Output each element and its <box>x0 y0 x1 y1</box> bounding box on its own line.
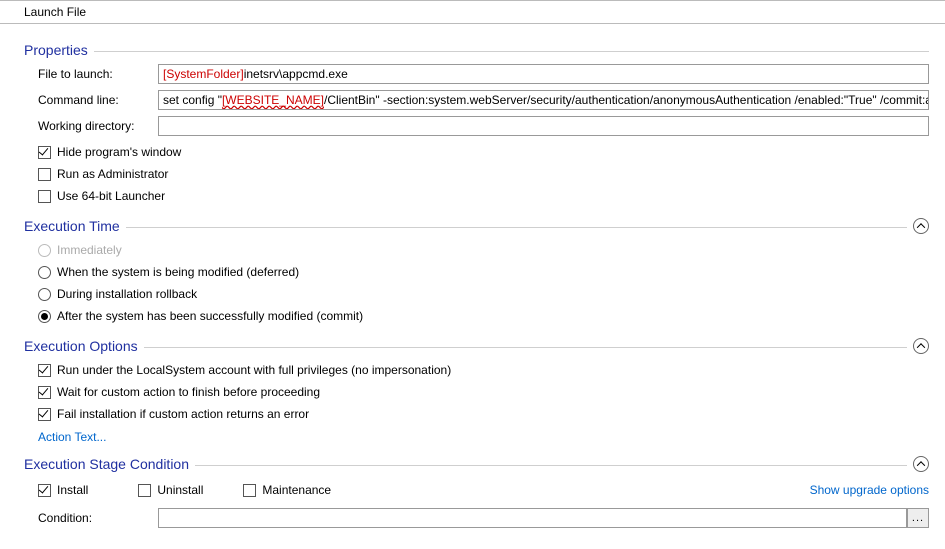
section-label: Execution Options <box>24 338 138 354</box>
run-admin-checkbox[interactable] <box>38 168 51 181</box>
file-label: File to launch: <box>38 67 158 81</box>
collapse-icon[interactable] <box>913 218 929 234</box>
cmd-pre: set config " <box>163 93 222 107</box>
fail-label: Fail installation if custom action retur… <box>57 407 309 421</box>
row-stage-checks: Install Uninstall Maintenance Show upgra… <box>38 478 929 502</box>
uninstall-group[interactable]: Uninstall <box>138 480 203 500</box>
commit-label: After the system has been successfully m… <box>57 309 363 323</box>
wd-input[interactable] <box>158 116 929 136</box>
wait-checkbox[interactable] <box>38 386 51 399</box>
maintenance-group[interactable]: Maintenance <box>243 480 331 500</box>
section-label: Execution Stage Condition <box>24 456 189 472</box>
row-file-to-launch: File to launch: [SystemFolder]inetsrv\ap… <box>38 64 929 84</box>
wait-label: Wait for custom action to finish before … <box>57 385 320 399</box>
row-deferred[interactable]: When the system is being modified (defer… <box>38 262 929 282</box>
row-localsystem[interactable]: Run under the LocalSystem account with f… <box>38 360 929 380</box>
action-text-link[interactable]: Action Text... <box>38 430 106 444</box>
section-stage-condition: Execution Stage Condition <box>24 456 929 472</box>
row-immediate: Immediately <box>38 240 929 260</box>
maintenance-label: Maintenance <box>262 483 331 497</box>
rollback-radio[interactable] <box>38 288 51 301</box>
row-fail[interactable]: Fail installation if custom action retur… <box>38 404 929 424</box>
cmd-label: Command line: <box>38 93 158 107</box>
show-upgrade-link[interactable]: Show upgrade options <box>810 483 929 497</box>
immediate-label: Immediately <box>57 243 122 257</box>
page-title: Launch File <box>24 5 86 19</box>
row-rollback[interactable]: During installation rollback <box>38 284 929 304</box>
cmd-token: [WEBSITE_NAME] <box>222 93 324 107</box>
install-label: Install <box>57 483 88 497</box>
file-token: [SystemFolder] <box>163 67 244 81</box>
row-run-admin[interactable]: Run as Administrator <box>38 164 929 184</box>
row-wait[interactable]: Wait for custom action to finish before … <box>38 382 929 402</box>
wd-label: Working directory: <box>38 119 158 133</box>
deferred-label: When the system is being modified (defer… <box>57 265 299 279</box>
section-rule <box>126 227 907 228</box>
condition-input[interactable] <box>158 508 907 528</box>
commit-radio[interactable] <box>38 310 51 323</box>
file-rest: inetsrv\appcmd.exe <box>244 67 348 81</box>
row-64bit[interactable]: Use 64-bit Launcher <box>38 186 929 206</box>
cmd-post: /ClientBin" -section:system.webServer/se… <box>324 93 929 107</box>
row-command-line: Command line: set config "[WEBSITE_NAME]… <box>38 90 929 110</box>
row-commit[interactable]: After the system has been successfully m… <box>38 306 929 326</box>
install-group[interactable]: Install <box>38 480 88 500</box>
section-rule <box>94 51 929 52</box>
row-hide-window[interactable]: Hide program's window <box>38 142 929 162</box>
file-input[interactable]: [SystemFolder]inetsrv\appcmd.exe <box>158 64 929 84</box>
rollback-label: During installation rollback <box>57 287 197 301</box>
uninstall-label: Uninstall <box>157 483 203 497</box>
install-checkbox[interactable] <box>38 484 51 497</box>
section-exec-options: Execution Options <box>24 338 929 354</box>
maintenance-checkbox[interactable] <box>243 484 256 497</box>
immediate-radio <box>38 244 51 257</box>
hide-window-label: Hide program's window <box>57 145 181 159</box>
section-label: Properties <box>24 42 88 58</box>
section-properties: Properties <box>24 42 929 58</box>
section-label: Execution Time <box>24 218 120 234</box>
hide-window-checkbox[interactable] <box>38 146 51 159</box>
form-container: Properties File to launch: [SystemFolder… <box>0 24 945 544</box>
condition-label: Condition: <box>38 511 158 525</box>
section-exec-time: Execution Time <box>24 218 929 234</box>
run-admin-label: Run as Administrator <box>57 167 168 181</box>
collapse-icon[interactable] <box>913 338 929 354</box>
localsystem-label: Run under the LocalSystem account with f… <box>57 363 451 377</box>
x64-checkbox[interactable] <box>38 190 51 203</box>
condition-browse-button[interactable]: ... <box>907 508 929 528</box>
section-rule <box>144 347 907 348</box>
collapse-icon[interactable] <box>913 456 929 472</box>
uninstall-checkbox[interactable] <box>138 484 151 497</box>
localsystem-checkbox[interactable] <box>38 364 51 377</box>
cmd-input[interactable]: set config "[WEBSITE_NAME]/ClientBin" -s… <box>158 90 929 110</box>
page-header: Launch File <box>0 0 945 24</box>
deferred-radio[interactable] <box>38 266 51 279</box>
row-working-directory: Working directory: <box>38 116 929 136</box>
row-condition: Condition: ... <box>38 508 929 528</box>
fail-checkbox[interactable] <box>38 408 51 421</box>
section-rule <box>195 465 907 466</box>
x64-label: Use 64-bit Launcher <box>57 189 165 203</box>
